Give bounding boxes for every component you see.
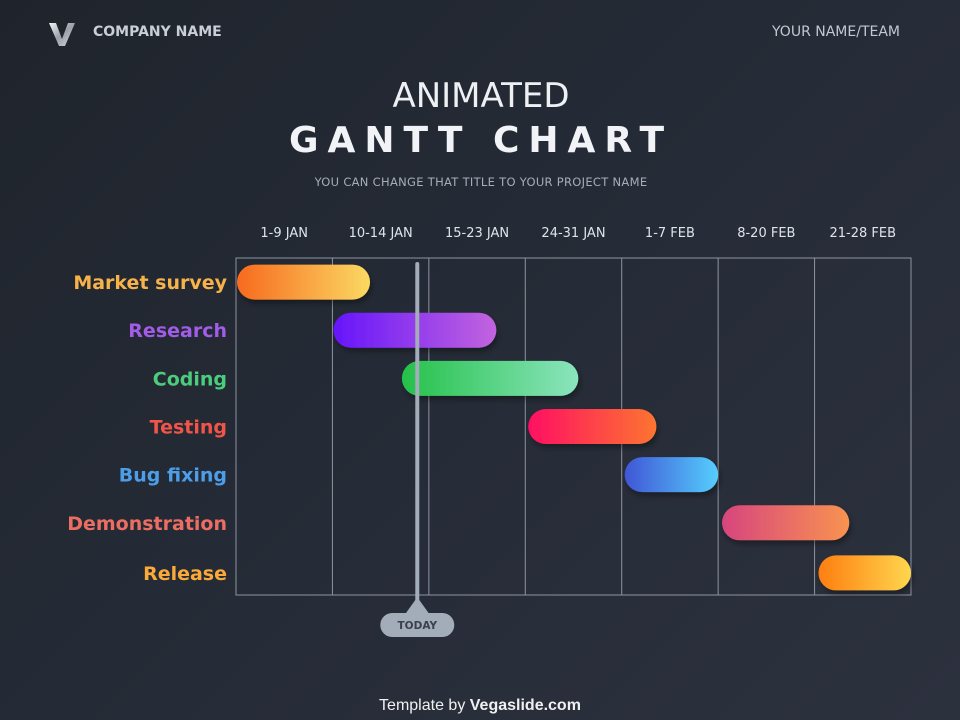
task-label: Release: [143, 563, 227, 585]
task-bar[interactable]: [333, 312, 497, 348]
period-label: 10-14 JAN: [349, 226, 413, 241]
task-label: Coding: [153, 368, 227, 390]
today-pointer: [405, 600, 430, 614]
period-label: 15-23 JAN: [445, 226, 509, 241]
period-label: 21-28 FEB: [830, 226, 897, 241]
period-label: 1-7 FEB: [645, 226, 695, 241]
footer-brand[interactable]: Vegaslide.com: [470, 697, 581, 714]
task-label: Demonstration: [67, 513, 227, 535]
task-bar[interactable]: [401, 360, 579, 396]
footer-credit: Template by Vegaslide.com: [0, 697, 960, 715]
period-label: 24-31 JAN: [541, 226, 605, 241]
task-label: Testing: [150, 417, 227, 439]
task-bar[interactable]: [237, 264, 371, 300]
period-label: 8-20 FEB: [737, 226, 795, 241]
period-label: 1-9 JAN: [260, 226, 308, 241]
footer-prefix: Template by: [379, 697, 466, 714]
today-label: TODAY: [398, 620, 438, 632]
task-label: Bug fixing: [119, 465, 227, 487]
gantt-chart: 1-9 JAN 10-14 JAN 15-23 JAN 24-31 JAN 1-7 FE…: [67, 226, 912, 637]
task-label: Market survey: [73, 272, 227, 294]
task-bar[interactable]: [818, 555, 911, 591]
task-bar[interactable]: [722, 505, 850, 541]
task-bar[interactable]: [528, 409, 657, 444]
task-label: Research: [128, 320, 227, 342]
task-bar[interactable]: [624, 457, 719, 493]
